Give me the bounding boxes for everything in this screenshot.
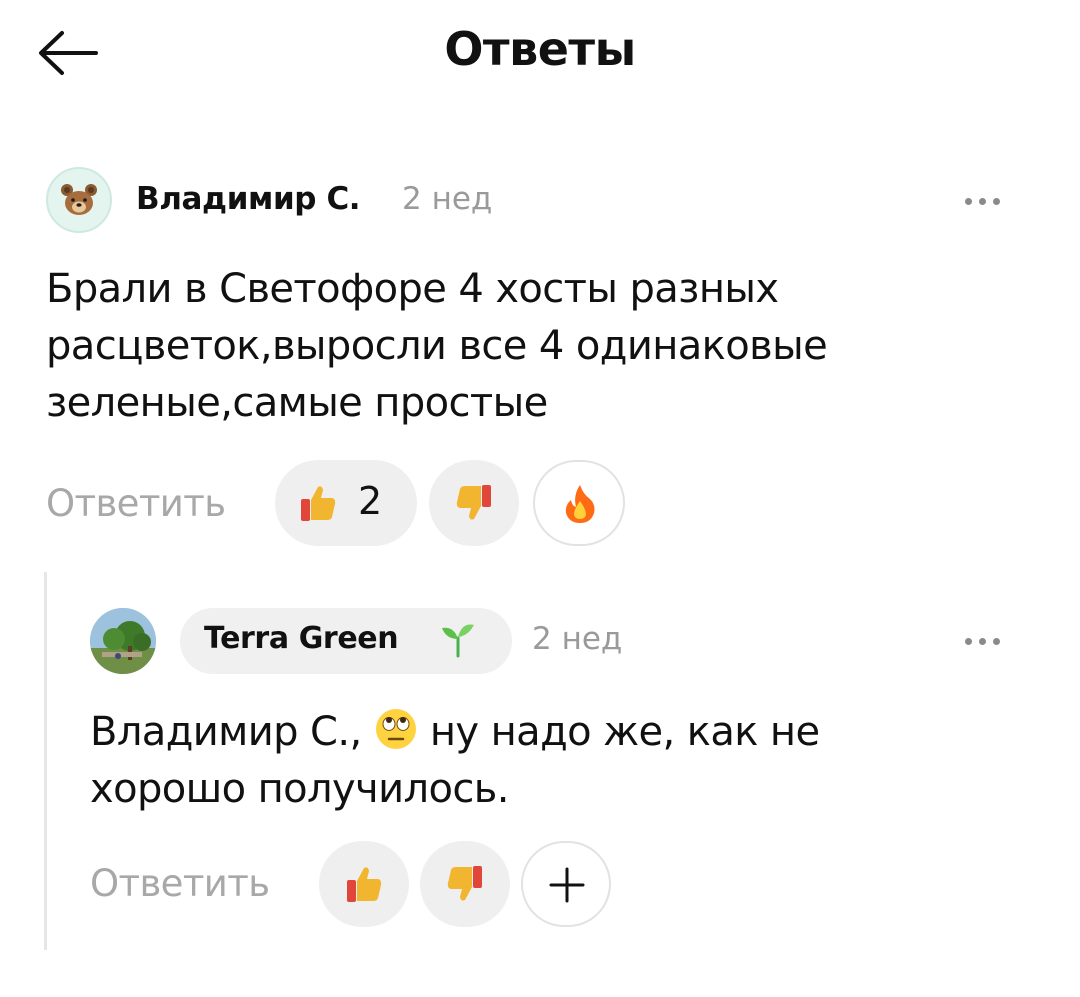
comment-time: 2 нед [402, 181, 493, 217]
thread-line [44, 572, 47, 950]
reply-button[interactable]: Ответить [46, 482, 226, 525]
fire-reaction[interactable] [533, 460, 625, 546]
comment-text-line: Брали в Светофоре 4 хосты разных [46, 266, 779, 312]
thumbs-up-icon [347, 867, 382, 902]
comment-text: Брали в Светофоре 4 хосты разных расцвет… [46, 261, 828, 432]
thumbs-up-icon [301, 486, 336, 521]
avatar[interactable] [90, 608, 156, 674]
more-options-button[interactable] [955, 621, 1015, 661]
mention[interactable]: Владимир С., [90, 709, 362, 755]
face-with-rolling-eyes-icon [375, 709, 416, 749]
more-options-button[interactable] [955, 181, 1015, 221]
add-reaction-button[interactable] [521, 841, 611, 927]
comment-author[interactable]: Владимир С. [136, 181, 361, 217]
bear-face-icon [61, 184, 97, 215]
header: Ответы [0, 0, 1080, 110]
comment-text-line: зеленые,самые простые [46, 380, 548, 426]
author-chip[interactable]: Terra Green [180, 608, 512, 674]
reply-text-line: Владимир С., ну надо же, как не [90, 704, 820, 761]
seedling-icon [442, 624, 474, 658]
reply-button[interactable]: Ответить [90, 862, 270, 905]
thumbs-down-icon [447, 866, 482, 901]
thumbs-down-reaction[interactable] [429, 460, 519, 546]
reaction-count: 2 [358, 479, 383, 523]
thumbs-down-icon [456, 485, 491, 520]
reply-author: Terra Green [204, 621, 399, 656]
reply-text: Владимир С., ну надо же, как не хорошо п… [90, 704, 820, 818]
reply-text-part: ну надо же, как не [429, 709, 820, 755]
garden-photo [90, 608, 156, 674]
thumbs-up-reaction[interactable]: 2 [275, 460, 417, 546]
page-title: Ответы [444, 22, 636, 76]
thumbs-up-reaction[interactable] [319, 841, 409, 927]
plus-icon [549, 867, 585, 903]
fire-icon [565, 485, 595, 523]
avatar[interactable] [46, 167, 112, 233]
comment-text-line: расцветок,выросли все 4 одинаковые [46, 323, 828, 369]
reply-text-line: хорошо получилось. [90, 766, 509, 812]
reply-time: 2 нед [532, 621, 623, 657]
thumbs-down-reaction[interactable] [420, 841, 510, 927]
